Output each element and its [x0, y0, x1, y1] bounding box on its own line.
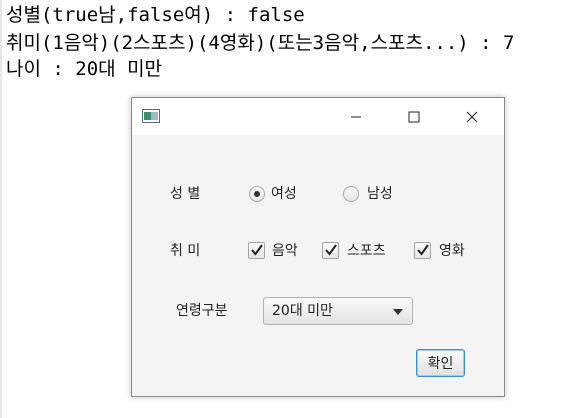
checkbox-sports-label[interactable]: 스포츠	[347, 241, 386, 261]
hobby-label: 취 미	[170, 243, 201, 259]
console-line-age: 나이 : 20대 미만	[6, 58, 163, 80]
checkbox-sports[interactable]	[322, 242, 339, 259]
confirm-button[interactable]: 확인	[416, 349, 465, 377]
age-label: 연령구분	[176, 303, 228, 319]
title-bar[interactable]	[132, 98, 504, 135]
checkbox-movie-label[interactable]: 영화	[439, 241, 465, 261]
checkmark-icon	[325, 244, 337, 256]
gender-label: 성 별	[170, 186, 201, 202]
checkmark-icon	[251, 244, 263, 256]
radio-selected-dot	[254, 191, 260, 197]
close-button[interactable]	[449, 98, 495, 135]
close-icon	[466, 111, 478, 122]
checkbox-music-label[interactable]: 음악	[272, 241, 298, 261]
chevron-down-icon	[393, 309, 403, 315]
age-select-value: 20대 미만	[272, 303, 333, 319]
editor-gutter	[0, 0, 2, 418]
dialog-window: 성 별 여성 남성 취 미 음악 스포츠 영화 연령구분 20대 미만 확인	[131, 97, 505, 397]
maximize-button[interactable]	[391, 98, 437, 135]
age-select[interactable]: 20대 미만	[263, 297, 413, 325]
radio-male[interactable]	[343, 186, 359, 202]
radio-male-label[interactable]: 남성	[367, 184, 393, 204]
checkbox-music[interactable]	[248, 242, 265, 259]
checkmark-icon	[417, 244, 429, 256]
console-line-hobby: 취미(1음악)(2스포츠)(4영화)(또는3음악,스포츠...) : 7	[6, 32, 515, 54]
radio-female[interactable]	[249, 186, 265, 202]
app-icon	[142, 109, 160, 123]
checkbox-movie[interactable]	[414, 242, 431, 259]
minimize-icon	[351, 116, 361, 117]
console-line-gender: 성별(true남,false여) : false	[6, 4, 305, 26]
maximize-icon	[408, 111, 420, 122]
minimize-button[interactable]	[333, 98, 379, 135]
radio-female-label[interactable]: 여성	[271, 184, 297, 204]
